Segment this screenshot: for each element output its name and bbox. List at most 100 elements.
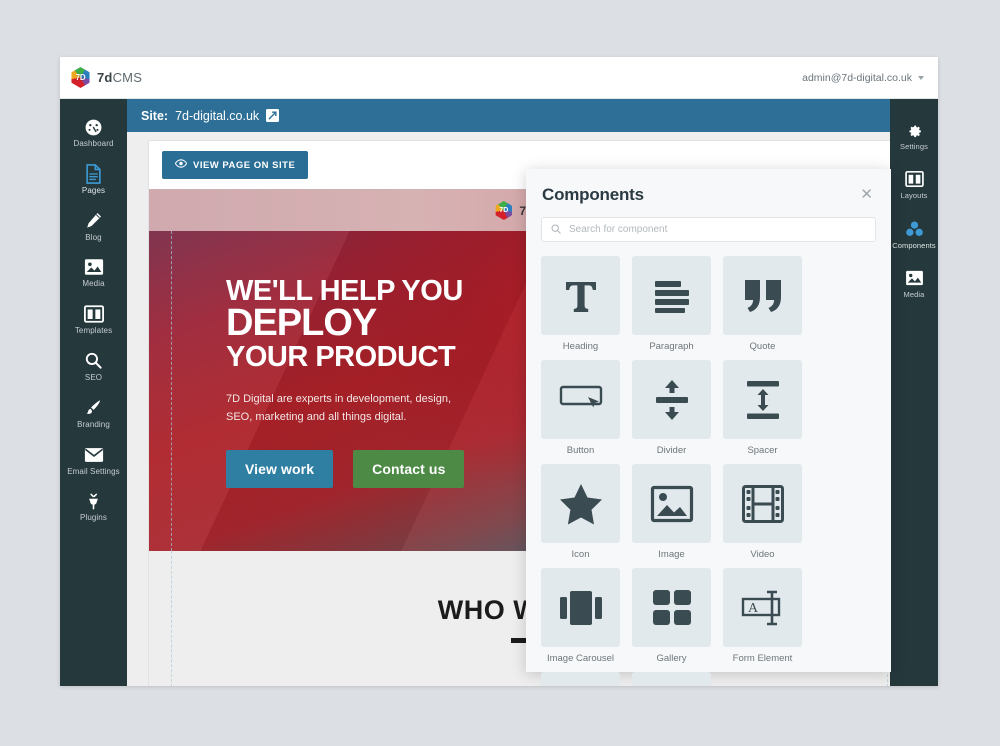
editor-guide-left	[171, 551, 172, 686]
editor-guide-left	[171, 231, 172, 551]
7d-hexagon-logo-icon	[495, 201, 512, 220]
component-heading[interactable]: Heading	[541, 256, 620, 352]
sidebar-item-pages[interactable]: Pages	[60, 156, 127, 203]
sidebar-item-label: Branding	[77, 419, 110, 429]
7d-hexagon-logo-icon	[71, 67, 90, 88]
component-paragraph[interactable]: Paragraph	[632, 256, 711, 352]
carousel-slides-icon	[541, 568, 620, 647]
component-gallery[interactable]: Gallery	[632, 568, 711, 664]
paragraph-lines-icon	[632, 256, 711, 335]
external-link-icon[interactable]	[266, 109, 280, 122]
account-menu[interactable]: admin@7d-digital.co.uk	[802, 72, 924, 84]
search-icon	[551, 221, 561, 239]
component-spacer[interactable]: Spacer	[723, 360, 802, 456]
app-window: 7dCMS admin@7d-digital.co.uk Dashboard P…	[60, 57, 938, 686]
columns-layout-icon	[903, 169, 925, 189]
film-strip-icon	[723, 464, 802, 543]
component-button[interactable]: Button	[541, 360, 620, 456]
component-search-box[interactable]	[541, 217, 876, 242]
gear-icon	[903, 120, 925, 140]
component-label: Image	[658, 549, 685, 560]
sidebar-item-label: Dashboard	[73, 139, 114, 148]
contact-us-button[interactable]: Contact us	[353, 450, 465, 489]
components-panel-header: Components ✕	[526, 169, 891, 205]
map-pin-icon	[541, 672, 620, 686]
right-sidebar-item-layouts[interactable]: Layouts	[890, 160, 938, 209]
sidebar-item-templates[interactable]: Templates	[60, 296, 127, 343]
component-search-wrap	[526, 205, 891, 242]
image-picture-icon	[632, 464, 711, 543]
divider-arrows-icon	[632, 360, 711, 439]
top-bar: 7dCMS admin@7d-digital.co.uk	[60, 57, 938, 99]
component-label: Gallery	[656, 653, 687, 664]
component-map[interactable]: Map	[541, 672, 620, 686]
envelope-icon	[83, 445, 105, 465]
component-html[interactable]: HTML	[632, 672, 711, 686]
sidebar-item-label: SEO	[84, 372, 103, 382]
brand-name-bold: 7d	[97, 70, 113, 85]
view-page-on-site-button[interactable]: VIEW PAGE ON SITE	[162, 151, 309, 179]
page-document-icon	[83, 163, 105, 184]
spacer-arrows-icon	[723, 360, 802, 439]
component-label: Divider	[656, 445, 687, 456]
close-icon[interactable]: ✕	[858, 185, 875, 204]
site-bar-label: Site:	[141, 108, 169, 123]
plug-icon	[83, 491, 105, 511]
columns-layout-icon	[83, 304, 105, 324]
sidebar-item-branding[interactable]: Branding	[60, 390, 127, 437]
sidebar-item-label: Templates	[74, 326, 113, 336]
brand[interactable]: 7dCMS	[70, 67, 142, 88]
component-label: Form Element	[732, 653, 793, 664]
component-label: Video	[750, 549, 775, 560]
sidebar-item-label: Media	[82, 279, 105, 289]
component-video[interactable]: Video	[723, 464, 802, 560]
sidebar-item-email-settings[interactable]: Email Settings	[60, 437, 127, 484]
components-grid: Heading Paragraph Quote Button Divider S…	[526, 242, 891, 686]
right-sidebar-item-label: Layouts	[900, 191, 928, 201]
site-bar-url: 7d-digital.co.uk	[175, 108, 260, 123]
sidebar-item-blog[interactable]: Blog	[60, 203, 127, 250]
sidebar-item-label: Blog	[85, 232, 102, 242]
sidebar-item-label: Plugins	[80, 513, 107, 523]
component-divider[interactable]: Divider	[632, 360, 711, 456]
hero-paragraph: 7D Digital are experts in development, d…	[226, 393, 452, 423]
component-label: Quote	[749, 341, 776, 352]
sidebar-item-media[interactable]: Media	[60, 249, 127, 296]
chevron-down-icon	[918, 75, 924, 80]
components-panel: Components ✕ Heading	[526, 169, 891, 686]
sidebar-item-dashboard[interactable]: Dashboard	[60, 109, 127, 156]
heading-letter-t-icon	[541, 256, 620, 335]
component-label: Paragraph	[649, 341, 694, 352]
eye-icon	[174, 159, 188, 171]
dashboard-gauge-icon	[83, 117, 105, 137]
right-sidebar-item-label: Settings	[900, 142, 928, 151]
image-icon	[83, 257, 105, 277]
right-sidebar-item-settings[interactable]: Settings	[890, 111, 938, 160]
sidebar-item-plugins[interactable]: Plugins	[60, 483, 127, 530]
search-input[interactable]	[569, 224, 866, 235]
body-region: Dashboard Pages Blog Media Templates SEO…	[60, 99, 938, 686]
brand-name-light: CMS	[112, 70, 143, 85]
component-label: Heading	[562, 341, 599, 352]
component-icon[interactable]: Icon	[541, 464, 620, 560]
sidebar-item-seo[interactable]: SEO	[60, 343, 127, 390]
form-input-icon: A	[723, 568, 802, 647]
component-label: Icon	[571, 549, 590, 560]
sidebar-item-label: Email Settings	[67, 466, 120, 476]
paintbrush-icon	[83, 398, 105, 418]
site-bar: Site: 7d-digital.co.uk	[127, 99, 938, 132]
component-image-carousel[interactable]: Image Carousel	[541, 568, 620, 664]
component-quote[interactable]: Quote	[723, 256, 802, 352]
left-sidebar: Dashboard Pages Blog Media Templates SEO…	[60, 99, 127, 686]
component-form-element[interactable]: A Form Element	[723, 568, 802, 664]
component-image[interactable]: Image	[632, 464, 711, 560]
brand-name: 7dCMS	[97, 70, 142, 85]
component-label: Button	[566, 445, 595, 456]
view-work-button[interactable]: View work	[226, 450, 334, 489]
gallery-grid-icon	[632, 568, 711, 647]
sidebar-item-label: Pages	[81, 185, 106, 195]
pencil-icon	[83, 211, 105, 231]
magnifier-icon	[83, 351, 105, 371]
code-brackets-icon	[632, 672, 711, 686]
quote-marks-icon	[723, 256, 802, 335]
